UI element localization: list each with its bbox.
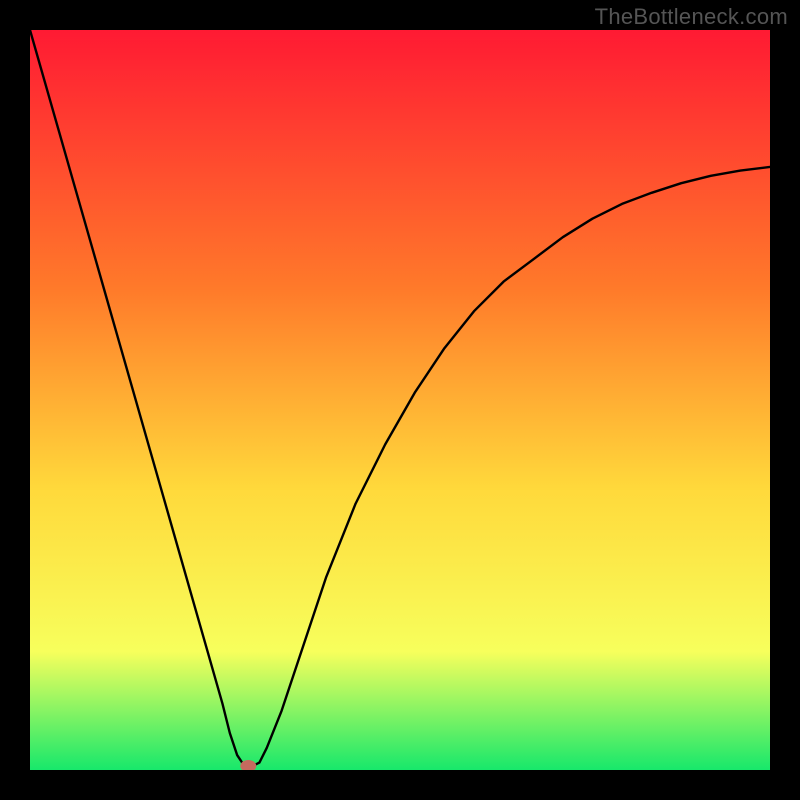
chart-frame: TheBottleneck.com	[0, 0, 800, 800]
chart-plot-area	[30, 30, 770, 770]
watermark-text: TheBottleneck.com	[595, 4, 788, 30]
gradient-background	[30, 30, 770, 770]
chart-svg	[30, 30, 770, 770]
